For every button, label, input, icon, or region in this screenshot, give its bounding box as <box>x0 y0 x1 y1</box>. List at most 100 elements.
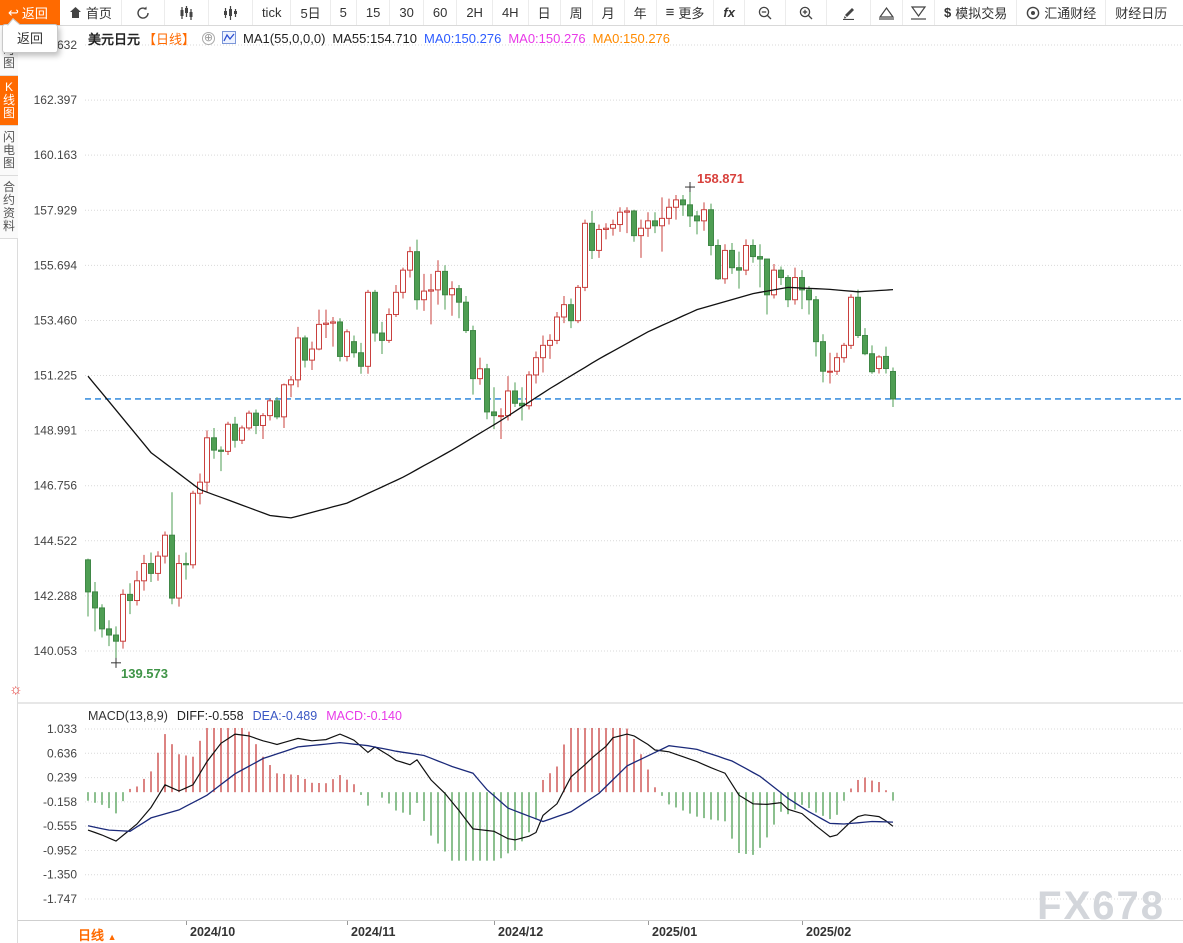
sidebar-item-kline-chart[interactable]: K线图 <box>0 76 18 126</box>
app-window: 164.632162.397160.163157.929155.694153.4… <box>0 0 1183 943</box>
svg-text:-0.555: -0.555 <box>43 819 77 833</box>
zoom-in-button[interactable] <box>786 0 827 25</box>
huitong-logo-icon <box>1026 6 1040 20</box>
period-30m-button[interactable]: 30 <box>390 0 423 25</box>
ma1-params: MA1(55,0,0,0) <box>243 31 325 46</box>
period-selector[interactable]: 日线 ▲ <box>78 925 117 943</box>
macd-dea-line <box>88 743 893 832</box>
indicator-settings-icon[interactable]: ☼ <box>9 682 23 697</box>
finance-calendar-button[interactable]: 财经日历 <box>1106 0 1176 25</box>
period-2h-button[interactable]: 2H <box>457 0 493 25</box>
date-label: 2024/12 <box>498 925 543 939</box>
svg-text:-1.350: -1.350 <box>43 868 77 882</box>
date-label: 2024/11 <box>351 925 396 939</box>
period-day-button[interactable]: 日 <box>529 0 561 25</box>
date-label: 2024/10 <box>190 925 235 939</box>
kline-chart-button[interactable] <box>165 0 209 25</box>
volume-chart-button[interactable] <box>209 0 253 25</box>
svg-text:148.991: 148.991 <box>34 424 78 438</box>
zoom-out-icon <box>758 6 772 20</box>
svg-text:0.239: 0.239 <box>47 771 77 785</box>
refresh-icon <box>136 6 150 20</box>
period-year-button[interactable]: 年 <box>625 0 657 25</box>
zoom-out-button[interactable] <box>745 0 786 25</box>
ma0-value-orange: MA0:150.276 <box>593 31 670 46</box>
sidebar-item-contract-info[interactable]: 合约资料 <box>0 176 18 239</box>
period-5m-button[interactable]: 5 <box>331 0 357 25</box>
month-tick <box>648 921 649 925</box>
month-tick <box>802 921 803 925</box>
svg-text:153.460: 153.460 <box>34 313 78 327</box>
flag-down-button[interactable] <box>903 0 935 25</box>
period-arrow-icon: ▲ <box>108 932 117 942</box>
ma55-line <box>88 287 893 518</box>
ma0-value-magenta: MA0:150.276 <box>508 31 585 46</box>
macd-diff-line <box>88 734 893 841</box>
svg-text:-0.952: -0.952 <box>43 843 77 857</box>
home-button[interactable]: 首页 <box>60 0 122 25</box>
back-tooltip: 返回 <box>2 24 58 53</box>
period-month-button[interactable]: 月 <box>593 0 625 25</box>
time-axis-bar: 日线 ▲ 2024/102024/112024/122025/012025/02 <box>18 920 1183 943</box>
svg-text:160.163: 160.163 <box>34 148 78 162</box>
flag-up-button[interactable] <box>871 0 903 25</box>
svg-text:-0.158: -0.158 <box>43 795 77 809</box>
interval-label: 【日线】 <box>143 29 195 48</box>
svg-text:158.871: 158.871 <box>697 171 744 186</box>
date-label: 2025/01 <box>652 925 697 939</box>
pencil-icon <box>841 6 856 20</box>
macd-diff-value: DIFF:-0.558 <box>177 709 244 723</box>
svg-text:155.694: 155.694 <box>34 258 78 272</box>
period-60m-button[interactable]: 60 <box>424 0 457 25</box>
period-week-button[interactable]: 周 <box>561 0 593 25</box>
svg-text:1.033: 1.033 <box>47 722 77 736</box>
macd-params: MACD(13,8,9) <box>88 709 168 723</box>
home-icon <box>69 6 82 19</box>
month-tick <box>494 921 495 925</box>
menu-icon: ≡ <box>666 4 675 21</box>
main-gridlines: 164.632162.397160.163157.929155.694153.4… <box>34 38 1183 658</box>
candles-layer <box>86 187 896 663</box>
kline-chart-icon <box>179 6 194 20</box>
period-5d-button[interactable]: 5日 <box>291 0 330 25</box>
macd-legend: MACD(13,8,9) DIFF:-0.558 DEA:-0.489 MACD… <box>88 709 402 723</box>
tick-button[interactable]: tick <box>253 0 292 25</box>
price-annotations: 158.871 139.573 <box>111 171 744 681</box>
huitong-finance-button[interactable]: 汇通财经 <box>1017 0 1106 25</box>
simulated-trading-button[interactable]: $ 模拟交易 <box>935 0 1017 25</box>
macd-macd-value: MACD:-0.140 <box>326 709 402 723</box>
month-tick <box>347 921 348 925</box>
svg-text:146.756: 146.756 <box>34 479 78 493</box>
indicator-mini-icon <box>222 31 236 47</box>
indicator-fx-button[interactable]: fx <box>714 0 745 25</box>
svg-text:140.053: 140.053 <box>34 644 78 658</box>
period-4h-button[interactable]: 4H <box>493 0 529 25</box>
main-chart-svg[interactable]: 164.632162.397160.163157.929155.694153.4… <box>0 0 1183 943</box>
add-indicator-icon[interactable]: ⊕ <box>202 32 215 45</box>
ma55-value: MA55:154.710 <box>332 31 417 46</box>
month-tick <box>186 921 187 925</box>
refresh-button[interactable] <box>122 0 165 25</box>
triangle-up-icon <box>878 6 895 20</box>
chart-type-sidebar: 分时图 K线图 闪电图 合约资料 <box>0 26 18 943</box>
main-chart-legend: 美元日元 【日线】 ⊕ MA1(55,0,0,0) MA55:154.710 M… <box>88 29 670 48</box>
svg-text:144.522: 144.522 <box>34 534 78 548</box>
more-button[interactable]: ≡ 更多 <box>657 0 715 25</box>
svg-text:139.573: 139.573 <box>121 666 168 681</box>
sidebar-item-lightning-chart[interactable]: 闪电图 <box>0 126 18 176</box>
dollar-icon: $ <box>944 5 951 20</box>
volume-chart-icon <box>223 6 238 20</box>
svg-text:-1.747: -1.747 <box>43 892 77 906</box>
ma0-value-blue: MA0:150.276 <box>424 31 501 46</box>
svg-text:142.288: 142.288 <box>34 589 78 603</box>
svg-text:151.225: 151.225 <box>34 369 78 383</box>
svg-text:0.636: 0.636 <box>47 746 77 760</box>
toolbar: ↩ 返回 首页 tick 5日 5 15 30 60 2H 4H 日 周 月 年… <box>0 0 1183 26</box>
zoom-in-icon <box>799 6 813 20</box>
symbol-name: 美元日元 <box>88 29 140 48</box>
svg-text:162.397: 162.397 <box>34 93 78 107</box>
svg-text:157.929: 157.929 <box>34 203 78 217</box>
draw-tool-button[interactable] <box>827 0 871 25</box>
triangle-down-icon <box>910 6 927 20</box>
period-15m-button[interactable]: 15 <box>357 0 390 25</box>
